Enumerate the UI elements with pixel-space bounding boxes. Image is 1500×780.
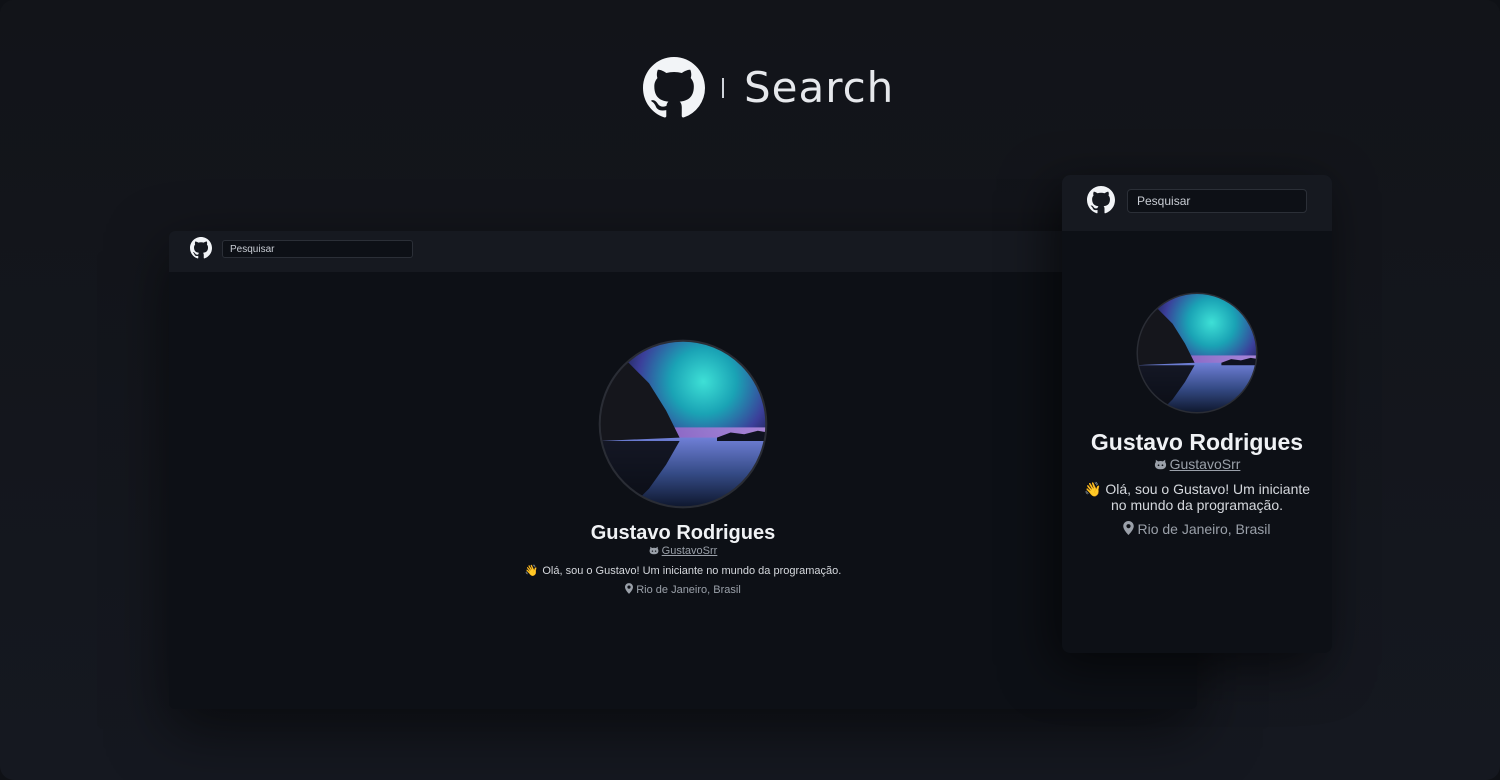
profile-login-row: GustavoSrr: [1062, 456, 1332, 472]
map-pin-icon: [1123, 521, 1134, 535]
profile-bio: 👋 Olá, sou o Gustavo! Um iniciante no mun…: [169, 564, 1197, 577]
profile-location-text: Rio de Janeiro, Brasil: [1137, 521, 1271, 537]
profile-location: Rio de Janeiro, Brasil: [169, 583, 1197, 596]
waving-hand-icon: 👋: [524, 565, 539, 577]
github-icon[interactable]: [1087, 186, 1115, 214]
avatar: [598, 339, 768, 509]
github-icon: [643, 57, 705, 119]
hero-header: Search: [0, 56, 1500, 120]
search-input[interactable]: Pesquisar: [1127, 189, 1307, 213]
profile-login-link[interactable]: GustavoSrr: [662, 545, 718, 557]
avatar: [1136, 292, 1258, 414]
hero-title: Search: [744, 63, 895, 112]
profile-location-text: Rio de Janeiro, Brasil: [636, 584, 741, 596]
profile-login-row: GustavoSrr: [169, 545, 1197, 557]
profile-bio-text: Olá, sou o Gustavo! Um iniciante no mund…: [1105, 481, 1311, 513]
octocat-icon: [1154, 459, 1167, 470]
profile-login-link[interactable]: GustavoSrr: [1170, 456, 1241, 472]
top-nav: Pesquisar: [169, 231, 1197, 272]
map-pin-icon: [625, 583, 633, 594]
showcase-canvas: Search Pesquisar Gustavo Rodrigues Gusta…: [0, 0, 1500, 780]
profile-bio: 👋 Olá, sou o Gustavo! Um iniciante no mun…: [1082, 481, 1312, 513]
mobile-preview: Pesquisar Gustavo Rodrigues GustavoSrr 👋…: [1062, 175, 1332, 653]
github-icon[interactable]: [190, 237, 212, 259]
search-input[interactable]: Pesquisar: [222, 240, 413, 258]
desktop-preview: Pesquisar Gustavo Rodrigues GustavoSrr 👋…: [169, 231, 1197, 709]
top-nav: Pesquisar: [1062, 175, 1332, 231]
profile-name: Gustavo Rodrigues: [590, 522, 776, 544]
title-divider: [722, 78, 724, 98]
profile-bio-text: Olá, sou o Gustavo! Um iniciante no mund…: [542, 565, 842, 577]
octocat-icon: [649, 546, 659, 555]
profile-name: Gustavo Rodrigues: [1090, 429, 1304, 455]
profile-location: Rio de Janeiro, Brasil: [1062, 521, 1332, 537]
waving-hand-icon: 👋: [1083, 481, 1102, 497]
